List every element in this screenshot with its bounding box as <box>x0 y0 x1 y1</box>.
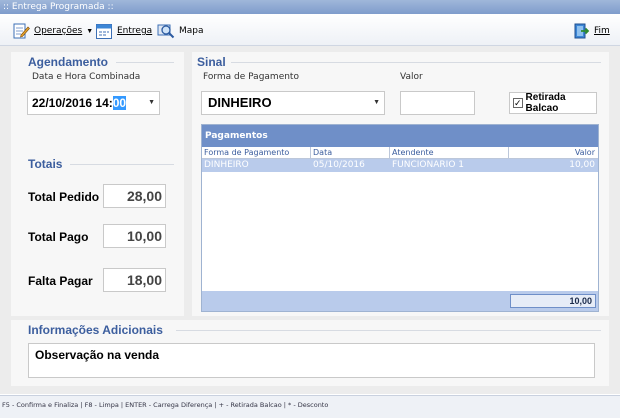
column-forma-pagamento[interactable]: Forma de Pagamento <box>204 148 289 157</box>
grid-column-headers: Forma de Pagamento Data Atendente Valor <box>202 147 598 159</box>
valor-input[interactable] <box>400 91 475 115</box>
divider <box>116 62 174 63</box>
mapa-label: Mapa <box>179 26 204 36</box>
data-hora-input[interactable]: 22/10/2016 14:00 ▼ <box>27 91 160 115</box>
chevron-down-icon[interactable]: ▼ <box>148 92 155 114</box>
forma-pagamento-select[interactable]: DINHEIRO ▼ <box>201 91 385 115</box>
mapa-button[interactable]: Mapa <box>157 21 204 41</box>
operacoes-label: Operações <box>34 26 83 36</box>
operacoes-menu[interactable]: Operações ▼ <box>12 21 93 41</box>
edit-document-icon <box>12 22 30 40</box>
agendamento-title: Agendamento <box>28 55 109 69</box>
forma-pagamento-value: DINHEIRO <box>208 95 272 110</box>
pagamentos-total: 10,00 <box>510 294 596 308</box>
entrega-button[interactable]: Entrega <box>95 21 152 41</box>
checkmark-icon: ✓ <box>513 98 523 108</box>
total-pedido-label: Total Pedido <box>28 190 100 204</box>
column-separator <box>508 147 509 159</box>
informacoes-title: Informações Adicionais <box>28 323 163 337</box>
falta-pagar-field: 18,00 <box>103 268 166 292</box>
divider <box>70 164 174 165</box>
chevron-down-icon: ▼ <box>86 27 94 35</box>
column-atendente[interactable]: Atendente <box>392 148 434 157</box>
cell-data: 05/10/2016 <box>313 160 365 170</box>
column-data[interactable]: Data <box>313 148 332 157</box>
entrega-label: Entrega <box>117 26 153 36</box>
status-bar: F5 - Confirma e Finaliza | F8 - Limpa | … <box>0 395 620 418</box>
column-separator <box>389 147 390 159</box>
cell-atendente: FUNCIONARIO 1 <box>392 160 464 170</box>
total-pago-label: Total Pago <box>28 230 89 244</box>
falta-pagar-label: Falta Pagar <box>28 274 93 288</box>
forma-pagamento-label: Forma de Pagamento <box>203 72 299 82</box>
column-valor[interactable]: Valor <box>575 148 595 157</box>
cell-valor: 10,00 <box>569 160 595 170</box>
pagamentos-title: Pagamentos <box>202 125 598 147</box>
column-separator <box>310 147 311 159</box>
data-hora-selected-segment: 00 <box>112 96 127 110</box>
retirada-balcao-checkbox[interactable]: ✓ Retirada Balcao <box>509 92 597 114</box>
fim-label: Fim <box>594 26 610 36</box>
chevron-down-icon[interactable]: ▼ <box>373 92 380 114</box>
cell-forma-pagamento: DINHEIRO <box>204 160 249 170</box>
grid-footer: 10,00 <box>202 291 598 311</box>
divider <box>176 330 601 331</box>
total-pedido-field: 28,00 <box>103 184 166 208</box>
sinal-title: Sinal <box>197 55 226 69</box>
observacao-textarea[interactable]: Observação na venda <box>28 343 595 378</box>
retirada-balcao-label: Retirada Balcao <box>525 92 566 114</box>
data-hora-value: 22/10/2016 14: <box>32 96 113 110</box>
table-row[interactable]: DINHEIRO 05/10/2016 FUNCIONARIO 1 10,00 <box>202 159 598 172</box>
toolbar: Operações ▼ Entrega Mapa Fim <box>0 14 620 46</box>
total-pago-field: 10,00 <box>103 224 166 248</box>
exit-door-icon <box>572 22 590 40</box>
fim-button[interactable]: Fim <box>572 21 610 41</box>
valor-label: Valor <box>400 72 423 82</box>
pagamentos-grid[interactable]: Pagamentos Forma de Pagamento Data Atend… <box>201 124 599 312</box>
window-title: :: Entrega Programada :: <box>0 0 620 14</box>
divider <box>231 62 601 63</box>
data-hora-label: Data e Hora Combinada <box>32 72 141 82</box>
totais-title: Totais <box>28 157 63 171</box>
map-search-icon <box>157 22 175 40</box>
calendar-icon <box>95 22 113 40</box>
